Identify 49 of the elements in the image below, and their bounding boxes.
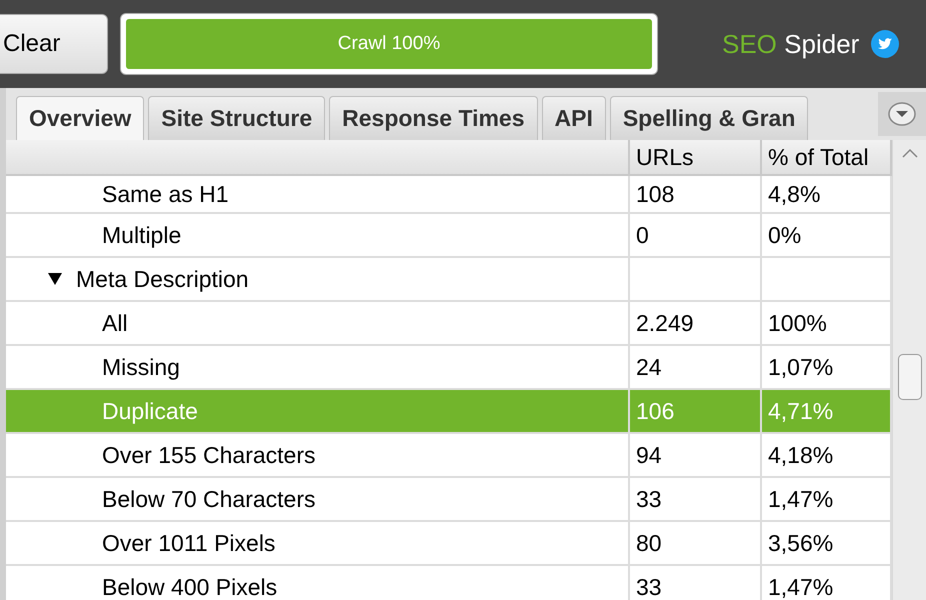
table-cell: 0%	[762, 214, 892, 258]
expand-triangle-icon[interactable]	[48, 273, 62, 285]
table-cell: 80	[630, 522, 762, 566]
table-cell: 106	[630, 390, 762, 434]
bird-icon[interactable]	[871, 30, 900, 58]
tab[interactable]: Response Times	[329, 96, 538, 140]
table-cell: 100%	[762, 302, 892, 346]
progress-label: Crawl 100%	[338, 32, 440, 56]
row-label: Multiple	[102, 220, 182, 250]
row-label: Below 400 Pixels	[102, 572, 278, 600]
table-cell: 33	[630, 478, 762, 522]
brand-logo: SEO Spider	[722, 28, 860, 60]
row-label: Same as H1	[102, 180, 229, 209]
table-cell: 2.249	[630, 302, 762, 346]
table-cell: 4,8%	[762, 176, 892, 214]
tab[interactable]: Overview	[16, 96, 144, 140]
table-cell: 24	[630, 346, 762, 390]
tree-row[interactable]: Multiple	[6, 214, 630, 258]
row-label: All	[102, 308, 128, 338]
tree-row[interactable]: Missing	[6, 346, 630, 390]
row-label: Over 1011 Pixels	[102, 528, 276, 558]
table-cell: 0	[630, 214, 762, 258]
row-label: Below 70 Characters	[102, 484, 316, 514]
scroll-thumb[interactable]	[898, 354, 922, 400]
tab[interactable]: API	[542, 96, 606, 140]
table-cell: 94	[630, 434, 762, 478]
column-header[interactable]: URLs	[630, 140, 762, 174]
tab[interactable]: Spelling & Gran	[610, 96, 808, 140]
dropdown-icon[interactable]	[888, 102, 916, 126]
table-cell: 1,47%	[762, 478, 892, 522]
tree-row[interactable]: Meta Description	[6, 258, 630, 302]
row-label: Duplicate	[102, 396, 198, 426]
row-label: Over 155 Characters	[102, 440, 316, 470]
clear-button[interactable]: Clear	[0, 14, 108, 74]
tree-row[interactable]: Same as H1	[6, 176, 630, 214]
tab[interactable]: Site Structure	[148, 96, 326, 140]
table-cell: 1,07%	[762, 346, 892, 390]
table-cell: 4,71%	[762, 390, 892, 434]
table-cell: 4,18%	[762, 434, 892, 478]
tree-row[interactable]: Below 70 Characters	[6, 478, 630, 522]
row-label: Missing	[102, 352, 180, 382]
row-label: Meta Description	[76, 264, 249, 294]
tree-row[interactable]: Over 155 Characters	[6, 434, 630, 478]
tree-row[interactable]: All	[6, 302, 630, 346]
table-cell: 108	[630, 176, 762, 214]
tree-row[interactable]: Over 1011 Pixels	[6, 522, 630, 566]
scrollbar[interactable]	[892, 140, 926, 600]
table-cell: 3,56%	[762, 522, 892, 566]
scroll-up-icon[interactable]	[902, 148, 918, 158]
